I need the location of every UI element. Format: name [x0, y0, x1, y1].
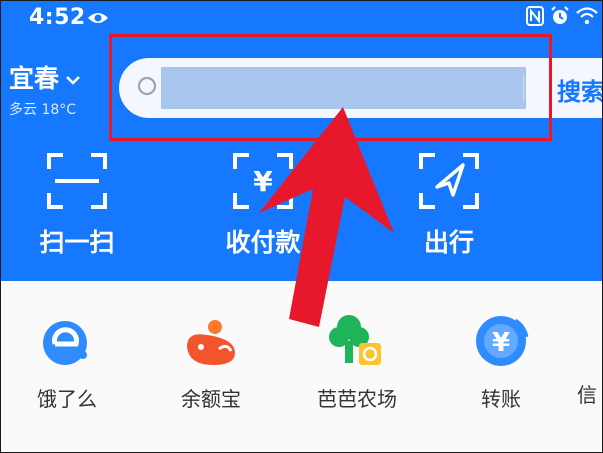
- annotation-arrow: [259, 107, 394, 327]
- phone-screen: 4:52 宜春 多云 18°C 搜索 扫一扫 ¥ 收付款 出行 饿了么 余额宝 …: [0, 0, 603, 453]
